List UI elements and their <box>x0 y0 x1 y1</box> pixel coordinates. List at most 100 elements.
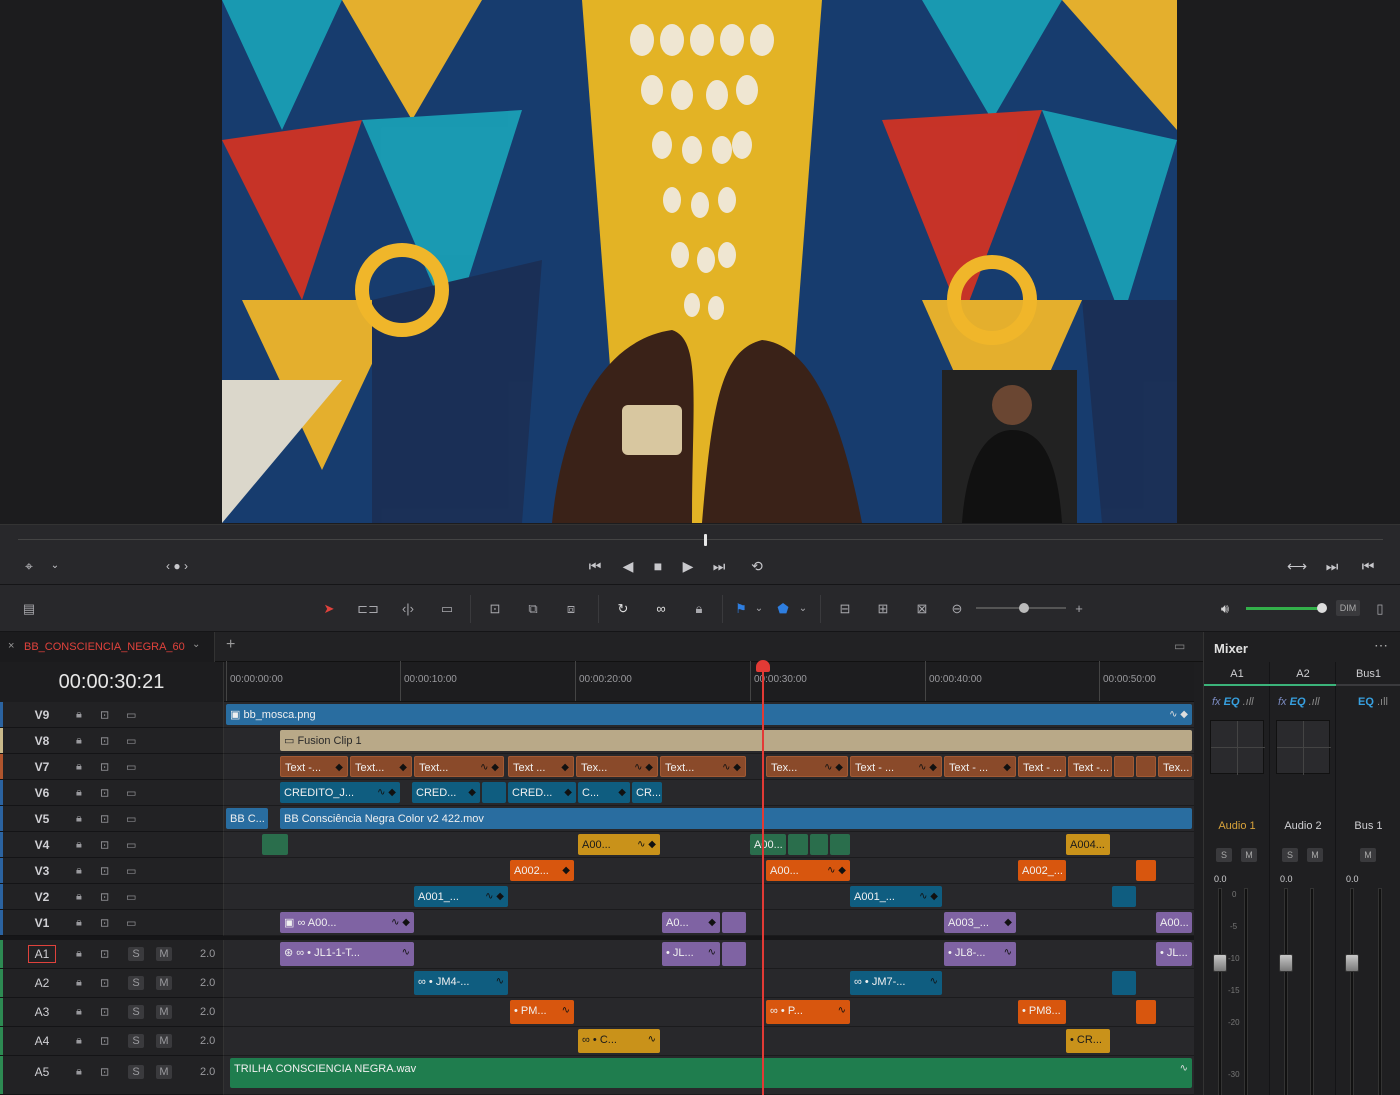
auto-select-icon[interactable]: ⊡ <box>100 786 109 799</box>
text-clip[interactable]: Text - ... <box>1018 756 1066 777</box>
eq-button[interactable]: EQ .ıll <box>1358 696 1388 708</box>
zoom-out-icon[interactable]: ⊖ <box>950 599 964 619</box>
toggle-panel-icon[interactable]: ▯ <box>1372 599 1388 619</box>
lock-icon[interactable]: 🔒︎ <box>76 838 82 851</box>
solo-button[interactable]: S <box>1216 848 1232 862</box>
stop-icon[interactable]: ■ <box>648 558 668 574</box>
volume-icon[interactable]: 🔊︎ <box>1214 599 1236 619</box>
video-enable-icon[interactable]: ▭ <box>126 734 136 747</box>
lock-icon[interactable]: 🔒︎ <box>76 890 82 903</box>
solo-button[interactable]: S <box>128 1005 144 1019</box>
track-header-a4[interactable]: A4 🔒︎ ⊡ S M 2.0 <box>0 1027 224 1056</box>
position-lock-icon[interactable]: 🔒︎ <box>688 599 710 619</box>
video-clip[interactable]: A004... <box>1066 834 1110 855</box>
audio-clip[interactable]: • JL8-... ∿ <box>944 942 1016 966</box>
credit-clip[interactable]: C... ◆ <box>578 782 630 803</box>
video-enable-icon[interactable]: ▭ <box>126 786 136 799</box>
pan-control[interactable] <box>1276 720 1331 775</box>
timeline-options-icon[interactable]: ▭ <box>1174 639 1185 653</box>
video-clip[interactable]: A002... ◆ <box>510 860 574 881</box>
track-header-a2[interactable]: A2 🔒︎ ⊡ S M 2.0 <box>0 969 224 998</box>
text-clip[interactable]: Tex... <box>1158 756 1192 777</box>
pan-control[interactable] <box>1210 720 1265 775</box>
timeline-ruler[interactable]: 00:00:00:00 00:00:10:00 00:00:20:00 00:0… <box>224 661 1194 702</box>
auto-select-icon[interactable]: ⊡ <box>100 708 109 721</box>
play-icon[interactable]: ▶ <box>678 558 698 574</box>
video-clip[interactable] <box>788 834 808 855</box>
text-clip[interactable]: Text... ◆ <box>350 756 412 777</box>
video-enable-icon[interactable]: ▭ <box>126 890 136 903</box>
flag-chevron-icon[interactable]: ⌄ <box>752 599 766 619</box>
flag-icon[interactable]: ⚑ <box>734 599 748 619</box>
auto-select-icon[interactable]: ⊡ <box>100 734 109 747</box>
audio-clip[interactable]: ∞ • JM4-... ∿ <box>414 971 508 995</box>
marker-icon[interactable]: ⬟ <box>776 599 790 619</box>
zoom-custom-icon[interactable]: ⊠ <box>906 599 938 619</box>
text-clip[interactable]: Tex... ∿ ◆ <box>576 756 658 777</box>
track-header-v5[interactable]: V5 🔒︎ ⊡ ▭ <box>0 806 224 832</box>
volume-slider[interactable] <box>1246 607 1318 610</box>
audio-clip[interactable] <box>1112 971 1136 995</box>
audio-clip[interactable]: • JL... ∿ <box>662 942 720 966</box>
lock-icon[interactable]: 🔒︎ <box>76 1006 82 1019</box>
video-enable-icon[interactable]: ▭ <box>126 812 136 825</box>
auto-select-icon[interactable]: ⊡ <box>100 838 109 851</box>
video-enable-icon[interactable]: ▭ <box>126 916 136 929</box>
scrub-handle[interactable] <box>704 534 707 546</box>
prev-edit-icon[interactable]: ⏮ <box>1358 558 1378 574</box>
lock-icon[interactable]: 🔒︎ <box>76 1066 82 1079</box>
track-header-v3[interactable]: V3 🔒︎ ⊡ ▭ <box>0 858 224 884</box>
zoom-full-icon[interactable]: ⊟ <box>830 599 860 619</box>
credit-clip[interactable]: CR... <box>632 782 662 803</box>
scrub-track[interactable] <box>18 539 1383 540</box>
video-clip[interactable] <box>810 834 828 855</box>
audio-clip[interactable]: ∞ • P... ∿ <box>766 1000 850 1024</box>
track-header-a5[interactable]: A5 🔒︎ ⊡ S M 2.0 <box>0 1056 224 1095</box>
chevron-down-icon[interactable]: ⌄ <box>48 558 62 574</box>
video-clip[interactable]: A003_... ◆ <box>944 912 1016 933</box>
zoom-slider-handle[interactable] <box>1019 603 1029 613</box>
trim-tool-icon[interactable]: ⊏⊐ <box>354 599 382 619</box>
clip-fusion[interactable]: ▭ Fusion Clip 1 <box>280 730 1192 751</box>
zoom-detail-icon[interactable]: ⊞ <box>868 599 898 619</box>
dynamic-trim-icon[interactable]: ‹|› <box>394 599 422 619</box>
mute-button[interactable]: M <box>156 1065 172 1079</box>
mute-button[interactable]: M <box>1307 848 1323 862</box>
lock-icon[interactable]: 🔒︎ <box>76 708 82 721</box>
playhead[interactable] <box>762 664 764 1095</box>
mute-button[interactable]: M <box>1360 848 1376 862</box>
lock-icon[interactable]: 🔒︎ <box>76 760 82 773</box>
mute-button[interactable]: M <box>1241 848 1257 862</box>
track-header-v7[interactable]: V7 🔒︎ ⊡ ▭ <box>0 754 224 780</box>
auto-select-icon[interactable]: ⊡ <box>100 760 109 773</box>
text-clip[interactable] <box>1136 756 1156 777</box>
fx-button[interactable]: fx EQ .ıll <box>1278 696 1320 708</box>
video-clip[interactable]: BB C... <box>226 808 268 829</box>
overwrite-clip-icon[interactable]: ⧉ <box>520 599 546 619</box>
fader-knob[interactable] <box>1213 954 1227 972</box>
audio-clip[interactable]: • PM... ∿ <box>510 1000 574 1024</box>
lock-icon[interactable]: 🔒︎ <box>76 916 82 929</box>
marker-chevron-icon[interactable]: ⌄ <box>796 599 810 619</box>
track-header-v1[interactable]: V1 🔒︎ ⊡ ▭ <box>0 910 224 936</box>
video-clip[interactable]: BB Consciência Negra Color v2 422.mov <box>280 808 1192 829</box>
mute-button[interactable]: M <box>156 1005 172 1019</box>
text-clip[interactable]: Text... ∿ ◆ <box>660 756 746 777</box>
add-timeline-icon[interactable]: + <box>226 636 235 654</box>
video-clip[interactable]: A00... ∿ ◆ <box>578 834 660 855</box>
video-clip[interactable]: A002_... <box>1018 860 1066 881</box>
selection-tool-icon[interactable]: ➤ <box>320 599 338 619</box>
track-header-a1[interactable]: A1 🔒︎ ⊡ S M 2.0 <box>0 940 224 969</box>
mute-button[interactable]: M <box>156 976 172 990</box>
skip-end-icon[interactable]: ⏭ <box>708 558 730 574</box>
lock-icon[interactable]: 🔒︎ <box>76 864 82 877</box>
track-header-v4[interactable]: V4 🔒︎ ⊡ ▭ <box>0 832 224 858</box>
audio-clip[interactable] <box>1136 1000 1156 1024</box>
close-icon[interactable]: × <box>8 640 14 652</box>
text-clip[interactable] <box>1114 756 1134 777</box>
chevron-down-icon[interactable]: ⌄ <box>192 639 200 650</box>
audio-clip[interactable]: • CR... <box>1066 1029 1110 1053</box>
video-clip[interactable] <box>262 834 288 855</box>
track-header-v9[interactable]: V9 🔒︎ ⊡ ▭ <box>0 702 224 728</box>
dim-button[interactable]: DIM <box>1336 600 1360 616</box>
